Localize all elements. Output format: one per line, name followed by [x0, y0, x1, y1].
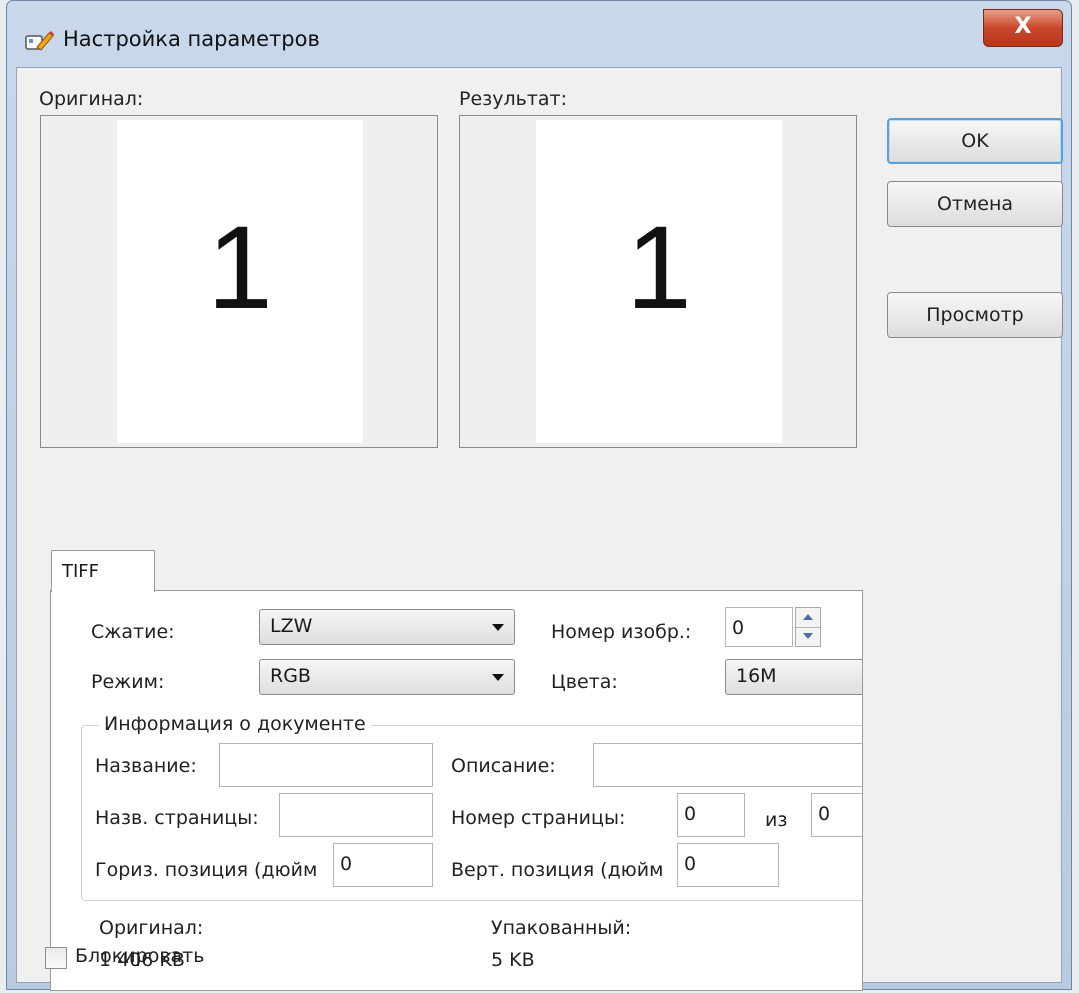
- page-name-field[interactable]: [279, 793, 433, 837]
- tiff-tab-panel: Сжатие: LZW Номер изобр.: 0 Режим: RGB Ц…: [50, 590, 863, 991]
- colors-select[interactable]: 16M: [725, 659, 862, 695]
- colors-label: Цвета:: [551, 671, 618, 693]
- result-page-number: 1: [626, 202, 692, 334]
- name-field[interactable]: [219, 743, 433, 787]
- image-number-spinner: [795, 607, 821, 647]
- original-preview-label: Оригинал:: [39, 88, 144, 110]
- chevron-down-icon: [492, 624, 504, 631]
- spinner-up-icon[interactable]: [796, 608, 820, 628]
- window-title: Настройка параметров: [63, 27, 320, 51]
- of-label: из: [765, 809, 788, 831]
- preview-button[interactable]: Просмотр: [887, 292, 1063, 338]
- compression-value: LZW: [270, 615, 313, 637]
- original-size-label: Оригинал:: [99, 917, 204, 939]
- description-label: Описание:: [451, 755, 556, 777]
- description-field[interactable]: [593, 743, 862, 787]
- ok-button[interactable]: OK: [887, 118, 1063, 164]
- page-name-label: Назв. страницы:: [95, 807, 259, 829]
- result-page-thumbnail: 1: [536, 120, 782, 443]
- lock-label[interactable]: Блокировать: [75, 945, 204, 967]
- original-page-number: 1: [207, 202, 273, 334]
- cancel-button[interactable]: Отмена: [887, 181, 1063, 227]
- original-page-thumbnail: 1: [117, 120, 363, 443]
- hpos-label: Гориз. позиция (дюйм: [95, 859, 318, 881]
- document-info-title: Информация о документе: [99, 713, 371, 735]
- settings-pencil-icon: [25, 31, 54, 51]
- original-preview: 1: [40, 115, 438, 448]
- result-preview-label: Результат:: [459, 88, 568, 110]
- settings-dialog: Настройка параметров X Оригинал: 1 Резул…: [6, 0, 1072, 991]
- close-button[interactable]: X: [983, 9, 1063, 47]
- chevron-down-icon: [492, 674, 504, 681]
- mode-value: RGB: [270, 665, 311, 687]
- result-preview: 1: [459, 115, 857, 448]
- vpos-label: Верт. позиция (дюйм: [451, 859, 664, 881]
- packed-size-value: 5 KB: [491, 949, 535, 971]
- page-number-label: Номер страницы:: [451, 807, 626, 829]
- packed-size-label: Упакованный:: [491, 917, 632, 939]
- name-label: Название:: [95, 755, 197, 777]
- spinner-down-icon[interactable]: [796, 627, 820, 646]
- mode-label: Режим:: [91, 671, 165, 693]
- colors-value: 16M: [736, 665, 777, 687]
- compression-select[interactable]: LZW: [259, 609, 515, 645]
- page-total-field[interactable]: 0: [811, 793, 862, 837]
- image-number-input[interactable]: 0: [725, 607, 793, 647]
- hpos-field[interactable]: 0: [333, 843, 433, 887]
- image-number-label: Номер изобр.:: [551, 621, 692, 643]
- title-bar[interactable]: Настройка параметров X: [7, 1, 1071, 73]
- page-number-field[interactable]: 0: [677, 793, 745, 837]
- tab-tiff[interactable]: TIFF: [51, 550, 155, 592]
- dialog-body: Оригинал: 1 Результат: 1 OK Отмена Просм…: [16, 67, 1063, 991]
- compression-label: Сжатие:: [91, 621, 175, 643]
- lock-checkbox[interactable]: [45, 947, 67, 969]
- mode-select[interactable]: RGB: [259, 659, 515, 695]
- close-icon: X: [1014, 14, 1032, 39]
- vpos-field[interactable]: 0: [677, 843, 779, 887]
